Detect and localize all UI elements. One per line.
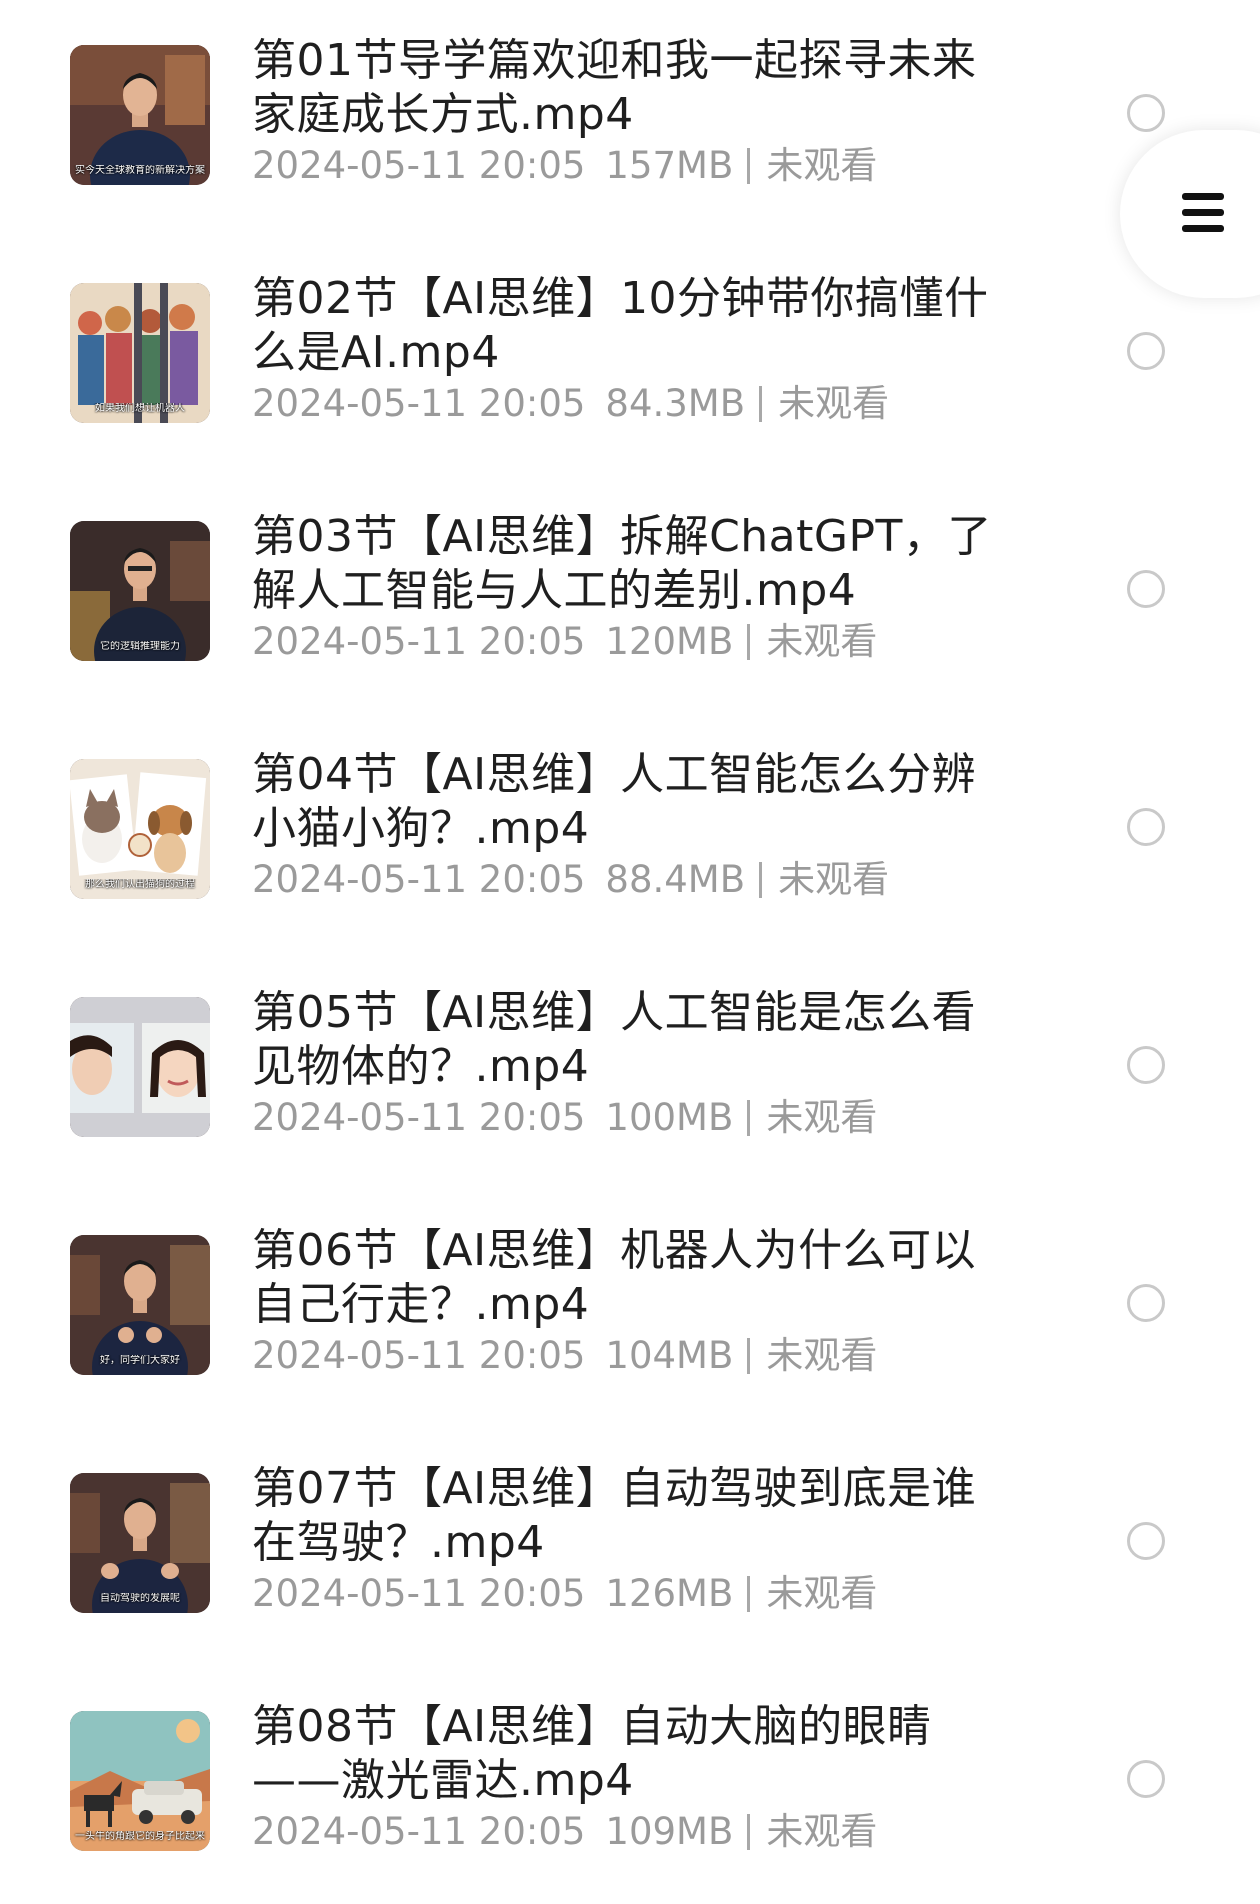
video-thumbnail: 那么我们认出猫狗的过程	[70, 759, 210, 899]
file-date: 2024-05-11 20:05	[252, 1810, 586, 1853]
file-date: 2024-05-11 20:05	[252, 1572, 586, 1615]
list-item[interactable]: 好，同学们大家好 第06节【AI思维】机器人为什么可以自己行走？.mp4 202…	[0, 1190, 1260, 1428]
list-item[interactable]: 第05节【AI思维】人工智能是怎么看见物体的？.mp4 2024-05-11 2…	[0, 952, 1260, 1190]
meta-divider	[747, 1100, 751, 1136]
video-thumbnail: 实今天全球教育的新解决方案	[70, 45, 210, 185]
video-thumbnail: 自动驾驶的发展呢	[70, 1473, 210, 1613]
thumbnail-caption: 如果我们想让机器人	[95, 403, 185, 414]
list-item[interactable]: 实今天全球教育的新解决方案 第01节导学篇欢迎和我一起探寻未来家庭成长方式.mp…	[0, 0, 1260, 238]
file-date: 2024-05-11 20:05	[252, 620, 586, 663]
thumbnail-caption: 自动驾驶的发展呢	[100, 1593, 180, 1604]
select-radio-button[interactable]	[1127, 1522, 1165, 1560]
meta-divider	[747, 1576, 751, 1612]
list-item[interactable]: 如果我们想让机器人 第02节【AI思维】10分钟带你搞懂什么是AI.mp4 20…	[0, 238, 1260, 476]
select-radio-button[interactable]	[1127, 1284, 1165, 1322]
file-size: 120MB	[605, 620, 734, 663]
watch-status: 未观看	[766, 1810, 878, 1853]
list-item[interactable]: 它的逻辑推理能力 第03节【AI思维】拆解ChatGPT，了解人工智能与人工的差…	[0, 476, 1260, 714]
file-meta: 2024-05-11 20:05 104MB 未观看	[252, 1334, 877, 1378]
video-thumbnail: 好，同学们大家好	[70, 1235, 210, 1375]
file-title[interactable]: 第01节导学篇欢迎和我一起探寻未来家庭成长方式.mp4	[252, 34, 1002, 142]
video-thumbnail: 如果我们想让机器人	[70, 283, 210, 423]
thumbnail-caption: 那么我们认出猫狗的过程	[85, 879, 195, 890]
select-radio-button[interactable]	[1127, 332, 1165, 370]
file-size: 126MB	[605, 1572, 734, 1615]
meta-divider	[759, 862, 763, 898]
file-date: 2024-05-11 20:05	[252, 1096, 586, 1139]
select-radio-button[interactable]	[1127, 1760, 1165, 1798]
file-title[interactable]: 第05节【AI思维】人工智能是怎么看见物体的？.mp4	[252, 986, 1002, 1094]
watch-status: 未观看	[766, 620, 878, 663]
meta-divider	[747, 624, 751, 660]
file-title[interactable]: 第02节【AI思维】10分钟带你搞懂什么是AI.mp4	[252, 272, 1002, 380]
file-title[interactable]: 第04节【AI思维】人工智能怎么分辨小猫小狗？.mp4	[252, 748, 1002, 856]
file-meta: 2024-05-11 20:05 120MB 未观看	[252, 620, 877, 664]
thumbnail-caption: 它的逻辑推理能力	[100, 641, 180, 652]
file-size: 157MB	[605, 144, 734, 187]
select-radio-button[interactable]	[1127, 808, 1165, 846]
list-item[interactable]: 一头牛的角跟它的身子比起来 第08节【AI思维】自动大脑的眼睛——激光雷达.mp…	[0, 1666, 1260, 1904]
meta-divider	[747, 1338, 751, 1374]
file-size: 88.4MB	[605, 858, 746, 901]
list-item[interactable]: 自动驾驶的发展呢 第07节【AI思维】自动驾驶到底是谁在驾驶？.mp4 2024…	[0, 1428, 1260, 1666]
video-file-list: 实今天全球教育的新解决方案 第01节导学篇欢迎和我一起探寻未来家庭成长方式.mp…	[0, 0, 1260, 1880]
video-thumbnail	[70, 997, 210, 1137]
video-thumbnail: 一头牛的角跟它的身子比起来	[70, 1711, 210, 1851]
meta-divider	[747, 1814, 751, 1850]
file-meta: 2024-05-11 20:05 88.4MB 未观看	[252, 858, 889, 902]
thumbnail-caption: 一头牛的角跟它的身子比起来	[75, 1831, 205, 1842]
file-meta: 2024-05-11 20:05 109MB 未观看	[252, 1810, 877, 1854]
thumbnail-caption: 好，同学们大家好	[100, 1355, 180, 1366]
file-date: 2024-05-11 20:05	[252, 382, 586, 425]
file-title[interactable]: 第06节【AI思维】机器人为什么可以自己行走？.mp4	[252, 1224, 1002, 1332]
watch-status: 未观看	[766, 1572, 878, 1615]
file-meta: 2024-05-11 20:05 84.3MB 未观看	[252, 382, 889, 426]
meta-divider	[747, 148, 751, 184]
file-meta: 2024-05-11 20:05 126MB 未观看	[252, 1572, 877, 1616]
watch-status: 未观看	[766, 1096, 878, 1139]
hamburger-menu-icon[interactable]	[1182, 193, 1224, 233]
list-item[interactable]: 那么我们认出猫狗的过程 第04节【AI思维】人工智能怎么分辨小猫小狗？.mp4 …	[0, 714, 1260, 952]
file-title[interactable]: 第08节【AI思维】自动大脑的眼睛——激光雷达.mp4	[252, 1700, 1002, 1808]
select-radio-button[interactable]	[1127, 94, 1165, 132]
file-size: 84.3MB	[605, 382, 746, 425]
thumbnail-caption: 实今天全球教育的新解决方案	[75, 165, 205, 176]
file-date: 2024-05-11 20:05	[252, 1334, 586, 1377]
file-meta: 2024-05-11 20:05 100MB 未观看	[252, 1096, 877, 1140]
watch-status: 未观看	[778, 858, 890, 901]
video-thumbnail: 它的逻辑推理能力	[70, 521, 210, 661]
file-size: 104MB	[605, 1334, 734, 1377]
file-size: 109MB	[605, 1810, 734, 1853]
file-date: 2024-05-11 20:05	[252, 144, 586, 187]
select-radio-button[interactable]	[1127, 1046, 1165, 1084]
file-meta: 2024-05-11 20:05 157MB 未观看	[252, 144, 877, 188]
file-title[interactable]: 第03节【AI思维】拆解ChatGPT，了解人工智能与人工的差别.mp4	[252, 510, 1002, 618]
watch-status: 未观看	[766, 1334, 878, 1377]
file-size: 100MB	[605, 1096, 734, 1139]
file-date: 2024-05-11 20:05	[252, 858, 586, 901]
watch-status: 未观看	[778, 382, 890, 425]
meta-divider	[759, 386, 763, 422]
select-radio-button[interactable]	[1127, 570, 1165, 608]
file-title[interactable]: 第07节【AI思维】自动驾驶到底是谁在驾驶？.mp4	[252, 1462, 1002, 1570]
watch-status: 未观看	[766, 144, 878, 187]
